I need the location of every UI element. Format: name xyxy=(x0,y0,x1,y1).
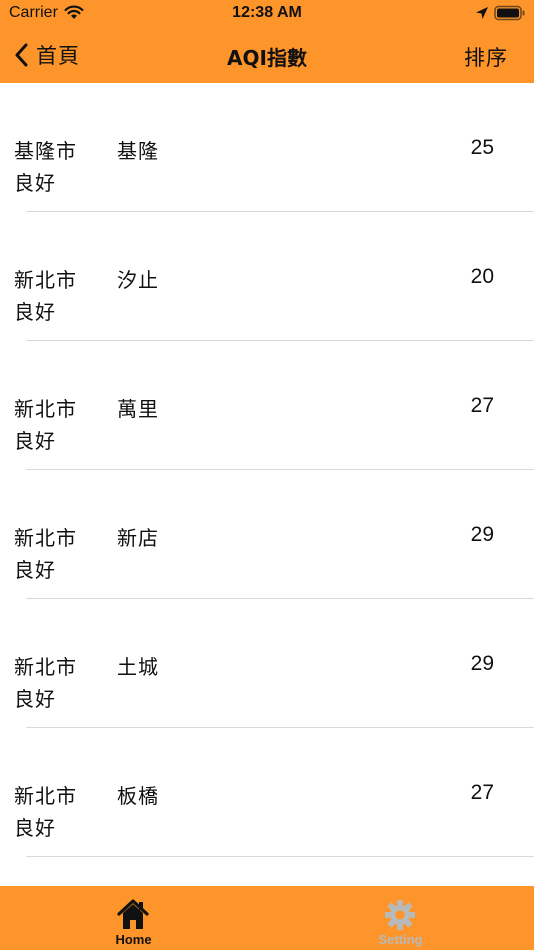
aqi-list[interactable]: 基隆市 良好 基隆 25 新北市 良好 汐止 20 新北市 良好 萬里 27 新… xyxy=(0,83,534,886)
site-name: 土城 xyxy=(117,655,159,679)
home-icon xyxy=(117,899,149,929)
aqi-value: 29 xyxy=(470,523,494,546)
site-name: 基隆 xyxy=(117,139,159,163)
air-quality-status: 良好 xyxy=(14,171,56,195)
chevron-left-icon xyxy=(15,43,28,67)
aqi-value: 27 xyxy=(470,394,494,417)
county-label: 新北市 xyxy=(14,526,77,550)
air-quality-status: 良好 xyxy=(14,429,56,453)
navigation-bar: 首頁 AQI指數 排序 xyxy=(0,30,534,80)
county-label: 新北市 xyxy=(14,268,77,292)
status-bar: Carrier 12:38 AM xyxy=(0,0,534,28)
tab-setting[interactable]: Setting xyxy=(267,886,534,950)
list-item[interactable]: 新北市 良好 土城 29 xyxy=(0,599,534,728)
air-quality-status: 良好 xyxy=(14,687,56,711)
app-screen: Carrier 12:38 AM 首頁 AQI指數 排序 基隆市 良好 基隆 2… xyxy=(0,0,534,950)
county-label: 基隆市 xyxy=(14,139,77,163)
back-button[interactable]: 首頁 xyxy=(14,38,80,72)
battery-icon xyxy=(494,5,525,21)
gear-icon xyxy=(385,900,415,930)
list-item[interactable]: 新北市 良好 汐止 20 xyxy=(0,212,534,341)
list-item[interactable]: 新北市 良好 板橋 27 xyxy=(0,728,534,857)
site-name: 萬里 xyxy=(117,397,159,421)
aqi-value: 20 xyxy=(470,265,494,288)
aqi-value: 29 xyxy=(470,652,494,675)
tab-bar: Home Setting xyxy=(0,886,534,950)
back-button-label: 首頁 xyxy=(36,44,80,68)
tab-setting-label: Setting xyxy=(378,932,423,947)
location-icon xyxy=(476,7,488,19)
tab-home[interactable]: Home xyxy=(0,886,267,950)
county-label: 新北市 xyxy=(14,784,77,808)
list-item[interactable]: 基隆市 良好 基隆 25 xyxy=(0,83,534,212)
sort-button[interactable]: 排序 xyxy=(464,42,508,72)
air-quality-status: 良好 xyxy=(14,300,56,324)
air-quality-status: 良好 xyxy=(14,816,56,840)
top-bar: Carrier 12:38 AM 首頁 AQI指數 排序 xyxy=(0,0,534,83)
county-label: 新北市 xyxy=(14,655,77,679)
list-item[interactable]: 新北市 良好 新店 29 xyxy=(0,470,534,599)
status-time: 12:38 AM xyxy=(232,4,302,21)
site-name: 新店 xyxy=(117,526,159,550)
list-item[interactable]: 新北市 良好 萬里 27 xyxy=(0,341,534,470)
site-name: 板橋 xyxy=(117,784,159,808)
row-divider xyxy=(26,856,534,857)
tab-home-label: Home xyxy=(115,932,152,947)
page-title: AQI指數 xyxy=(227,46,307,70)
county-label: 新北市 xyxy=(14,397,77,421)
aqi-value: 25 xyxy=(470,136,494,159)
site-name: 汐止 xyxy=(117,268,159,292)
air-quality-status: 良好 xyxy=(14,558,56,582)
aqi-value: 27 xyxy=(470,781,494,804)
